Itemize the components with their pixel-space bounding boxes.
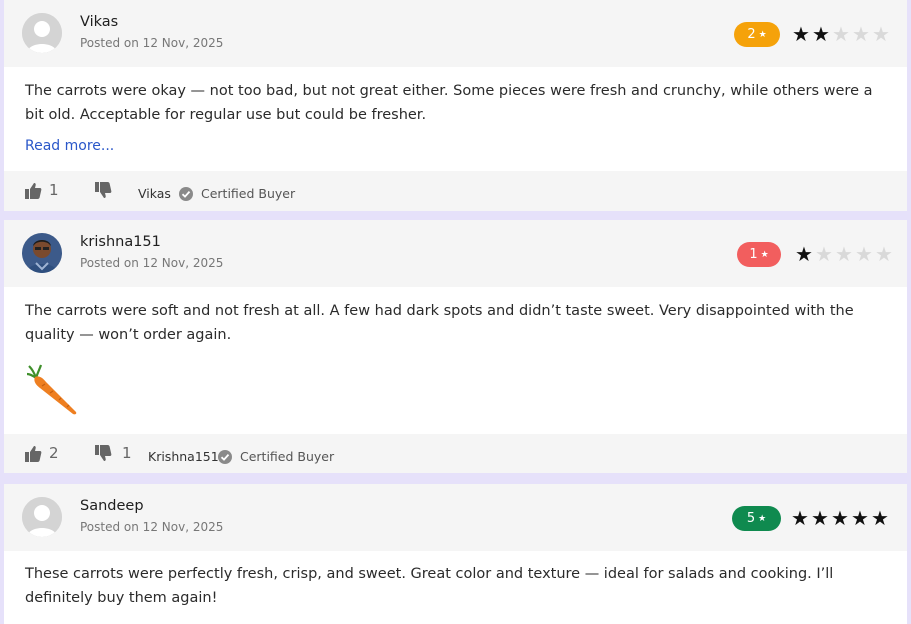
review-author: Krishna151 [148,449,219,464]
thumbs-up-icon[interactable] [24,445,42,463]
review-header: Sandeep Posted on 12 Nov, 2025 5 ★ ★ ★ ★ ★ ★ [4,484,907,551]
thumbs-down-icon[interactable] [94,181,112,199]
reviewer-name: krishna151 [80,234,161,250]
user-avatar-icon [22,497,62,537]
star-icon: ★ [851,506,869,530]
star-icon: ★ [760,250,769,260]
star-icon: ★ [875,242,893,266]
rating-badge: 5 ★ [732,506,781,531]
rating-badge: 1 ★ [737,242,781,267]
star-icon: ★ [792,22,810,46]
like-count: 1 [49,181,59,199]
star-icon: ★ [815,242,833,266]
rating-value: 1 [749,247,758,262]
review-date: Posted on 12 Nov, 2025 [80,256,224,270]
thumbs-down-icon[interactable] [94,444,112,462]
reviewer-name: Sandeep [80,498,144,514]
certified-buyer-label: Certified Buyer [201,186,296,201]
review-header: Vikas Posted on 12 Nov, 2025 2 ★ ★ ★ ★ ★ ★ [4,0,907,67]
star-icon: ★ [795,242,813,266]
star-icon: ★ [831,506,849,530]
reviews-feed: Vikas Posted on 12 Nov, 2025 2 ★ ★ ★ ★ ★ ★ Th… [0,0,911,624]
review-text: These carrots were perfectly fresh, cris… [25,566,834,606]
star-rating: ★ ★ ★ ★ ★ [790,507,890,529]
check-circle-icon [179,187,193,201]
star-icon: ★ [855,242,873,266]
review-header: krishna151 Posted on 12 Nov, 2025 1 ★ ★ ★ ★… [4,220,907,287]
star-icon: ★ [811,506,829,530]
carrot-icon[interactable] [26,362,82,418]
thumbs-up-icon[interactable] [24,182,42,200]
rating-value: 2 [747,27,756,42]
rating-badge: 2 ★ [734,22,780,47]
star-icon: ★ [852,22,870,46]
star-icon: ★ [871,506,889,530]
star-icon: ★ [758,30,767,40]
star-icon: ★ [758,514,767,524]
star-icon: ★ [812,22,830,46]
star-icon: ★ [835,242,853,266]
user-avatar-icon [22,13,62,53]
user-avatar [22,233,62,273]
review-text: The carrots were okay — not too bad, but… [25,83,873,123]
review-card: krishna151 Posted on 12 Nov, 2025 1 ★ ★ ★ ★… [4,220,907,473]
review-card: Sandeep Posted on 12 Nov, 2025 5 ★ ★ ★ ★ ★ ★ … [4,484,907,624]
review-card: Vikas Posted on 12 Nov, 2025 2 ★ ★ ★ ★ ★ ★ Th… [4,0,907,211]
dislike-count: 1 [122,444,132,462]
review-author: Vikas [138,186,171,201]
certified-buyer-label: Certified Buyer [240,449,335,464]
reviewer-name: Vikas [80,14,119,30]
review-footer: 2 1 Krishna151 Certified Buyer [4,434,907,473]
rating-value: 5 [746,511,756,526]
check-circle-icon [218,450,232,464]
star-icon: ★ [872,22,890,46]
review-date: Posted on 12 Nov, 2025 [80,520,224,534]
review-date: Posted on 12 Nov, 2025 [80,36,224,50]
like-count: 2 [49,444,59,462]
star-icon: ★ [791,506,809,530]
review-text: The carrots were soft and not fresh at a… [25,303,854,343]
star-rating: ★ ★ ★ ★ ★ [791,23,891,45]
review-footer: 1 Vikas Certified Buyer [4,171,907,211]
read-more-link[interactable]: Read more... [25,138,114,154]
star-rating: ★ ★ ★ ★ ★ [794,243,894,265]
star-icon: ★ [832,22,850,46]
